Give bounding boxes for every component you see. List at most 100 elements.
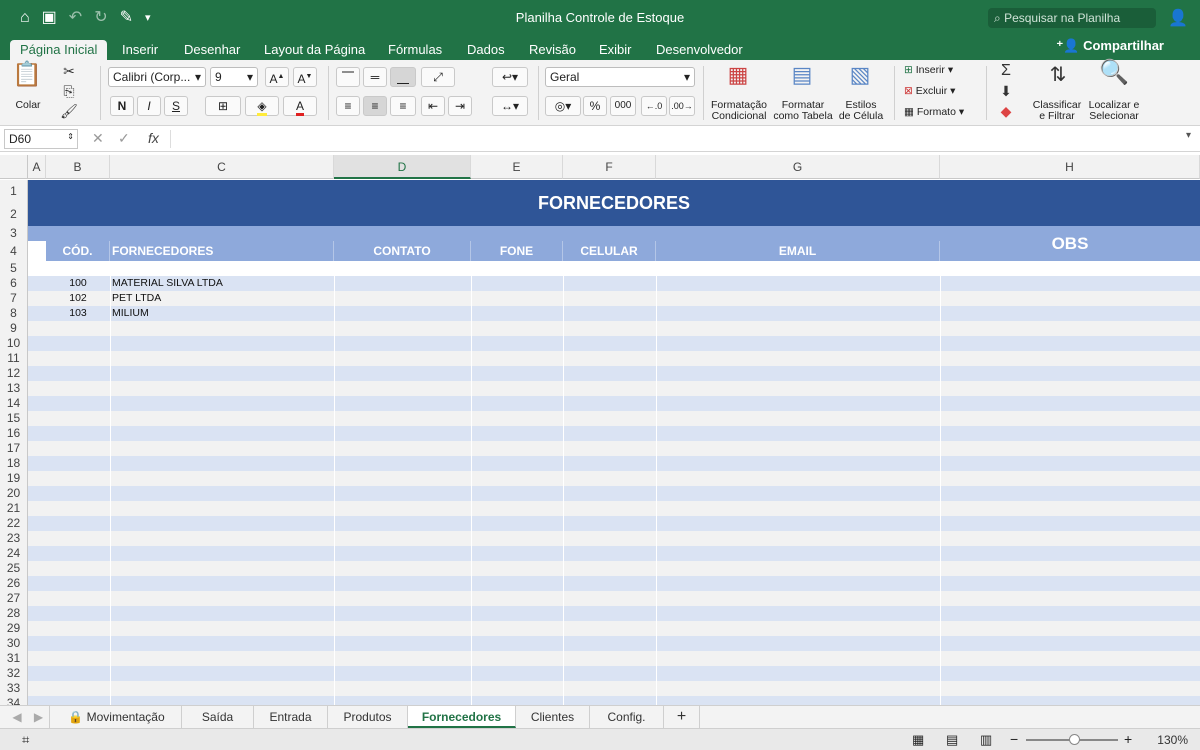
row-header[interactable]: 23 [0, 531, 28, 546]
tab-inserir[interactable]: Inserir [122, 40, 158, 60]
sheet-tab-saida[interactable]: Saída [182, 706, 254, 728]
grow-font-button[interactable]: A▲ [265, 67, 289, 87]
cell-cod[interactable]: 103 [46, 306, 110, 321]
column-header-e[interactable]: E [471, 155, 563, 179]
accounting-format-button[interactable]: ◎▾ [545, 96, 581, 116]
table-row[interactable] [28, 471, 1200, 486]
thousands-button[interactable]: 000 [610, 96, 636, 116]
table-row[interactable] [28, 411, 1200, 426]
column-header-f[interactable]: F [563, 155, 656, 179]
table-row[interactable] [28, 486, 1200, 501]
align-center-button[interactable]: ≡ [363, 96, 387, 116]
paste-icon[interactable]: 📋 [12, 63, 42, 87]
row-header[interactable]: 34 [0, 696, 28, 705]
header-celular[interactable]: CELULAR [563, 241, 656, 261]
cell-cod[interactable]: 102 [46, 291, 110, 306]
table-row[interactable] [46, 261, 1200, 276]
row-header[interactable]: 30 [0, 636, 28, 651]
wrap-text-button[interactable]: ↩▾ [492, 67, 528, 87]
format-cells-button[interactable]: ▦ Formato ▾ [904, 106, 964, 118]
tab-layout[interactable]: Layout da Página [264, 40, 365, 60]
row-header[interactable]: 7 [0, 291, 28, 306]
eraser-icon[interactable]: ◆ [996, 102, 1016, 120]
fill-color-button[interactable]: ◈ [245, 96, 279, 116]
table-row[interactable] [28, 441, 1200, 456]
tab-desenhar[interactable]: Desenhar [184, 40, 240, 60]
copy-icon[interactable]: ⎘ [60, 82, 78, 100]
bold-button[interactable]: N [110, 96, 134, 116]
row-header[interactable]: 27 [0, 591, 28, 606]
sheet-tab-produtos[interactable]: Produtos [328, 706, 408, 728]
row-header[interactable]: 26 [0, 576, 28, 591]
table-row[interactable] [28, 576, 1200, 591]
row-header[interactable]: 32 [0, 666, 28, 681]
align-top-button[interactable]: ⎺ [336, 67, 360, 87]
expand-formula-icon[interactable]: ▾ [1186, 130, 1191, 141]
sheet-tab-clientes[interactable]: Clientes [516, 706, 590, 728]
table-row[interactable] [28, 366, 1200, 381]
magnifier-icon[interactable]: 🔍 [1096, 61, 1132, 85]
row-header[interactable]: 4 [0, 241, 28, 261]
table-row[interactable] [28, 666, 1200, 681]
row-header[interactable]: 17 [0, 441, 28, 456]
normal-view-icon[interactable]: ▦ [912, 732, 924, 748]
sort-filter-icon[interactable]: ⇅ [1040, 65, 1076, 85]
cell-styles-icon[interactable]: ▧ [842, 64, 878, 86]
cancel-icon[interactable]: ✕ [92, 130, 104, 147]
tab-dados[interactable]: Dados [467, 40, 505, 60]
percent-button[interactable]: % [583, 96, 607, 116]
row-header[interactable]: 13 [0, 381, 28, 396]
row-header[interactable]: 5 [0, 261, 28, 276]
search-input[interactable]: ⌕ Pesquisar na Planilha [988, 8, 1156, 28]
autosum-icon[interactable]: Σ [996, 62, 1016, 80]
cell-fornecedor[interactable]: PET LTDA [112, 291, 161, 306]
header-fone[interactable]: FONE [471, 241, 563, 261]
column-header-h[interactable]: H [940, 155, 1200, 179]
cell-cod[interactable]: 100 [46, 276, 110, 291]
row-header[interactable]: 10 [0, 336, 28, 351]
font-name-select[interactable]: Calibri (Corp... ▾ [108, 67, 206, 87]
zoom-level[interactable]: 130% [1157, 733, 1188, 747]
table-row[interactable] [28, 681, 1200, 696]
row-header[interactable]: 25 [0, 561, 28, 576]
row-header[interactable]: 31 [0, 651, 28, 666]
row-header[interactable]: 11 [0, 351, 28, 366]
table-row[interactable] [28, 306, 1200, 321]
table-row[interactable] [28, 621, 1200, 636]
row-header[interactable]: 3 [0, 226, 28, 241]
cell-fornecedor[interactable]: MILIUM [112, 306, 149, 321]
format-table-icon[interactable]: ▤ [784, 64, 820, 86]
format-table-button[interactable]: Formatar como Tabela [771, 100, 835, 122]
scroll-right-icon[interactable]: ▶ [28, 706, 50, 728]
shrink-font-button[interactable]: A▼ [293, 67, 317, 87]
decrease-indent-button[interactable]: ⇤ [421, 96, 445, 116]
fx-icon[interactable]: fx [148, 130, 159, 146]
align-bottom-button[interactable]: ⎽ [390, 67, 416, 87]
column-header-b[interactable]: B [46, 155, 110, 179]
conditional-format-button[interactable]: Formatação Condicional [708, 100, 770, 122]
tab-exibir[interactable]: Exibir [599, 40, 632, 60]
table-row[interactable] [28, 336, 1200, 351]
table-row[interactable] [28, 501, 1200, 516]
zoom-in-icon[interactable]: + [1124, 731, 1132, 747]
table-row[interactable] [28, 516, 1200, 531]
table-row[interactable] [28, 591, 1200, 606]
insert-cells-button[interactable]: ⊞ Inserir ▾ [904, 64, 953, 76]
page-break-view-icon[interactable]: ▥ [980, 732, 992, 748]
cut-icon[interactable]: ✂ [60, 62, 78, 80]
fill-icon[interactable]: ⬇ [996, 82, 1016, 100]
conditional-format-icon[interactable]: ▦ [720, 64, 756, 86]
table-row[interactable] [28, 561, 1200, 576]
formula-input[interactable] [170, 130, 1180, 148]
banner-title[interactable]: FORNECEDORES [28, 180, 1200, 226]
tab-formulas[interactable]: Fórmulas [388, 40, 442, 60]
align-middle-button[interactable]: ═ [363, 67, 387, 87]
macro-record-icon[interactable]: ⌗ [22, 732, 29, 748]
table-row[interactable] [28, 381, 1200, 396]
increase-decimal-button[interactable]: ←.0 [641, 96, 667, 116]
row-header[interactable]: 28 [0, 606, 28, 621]
font-size-select[interactable]: 9 ▾ [210, 67, 258, 87]
user-icon[interactable]: 👤 [1168, 8, 1188, 28]
header-cod[interactable]: CÓD. [46, 241, 110, 261]
row-header[interactable]: 14 [0, 396, 28, 411]
